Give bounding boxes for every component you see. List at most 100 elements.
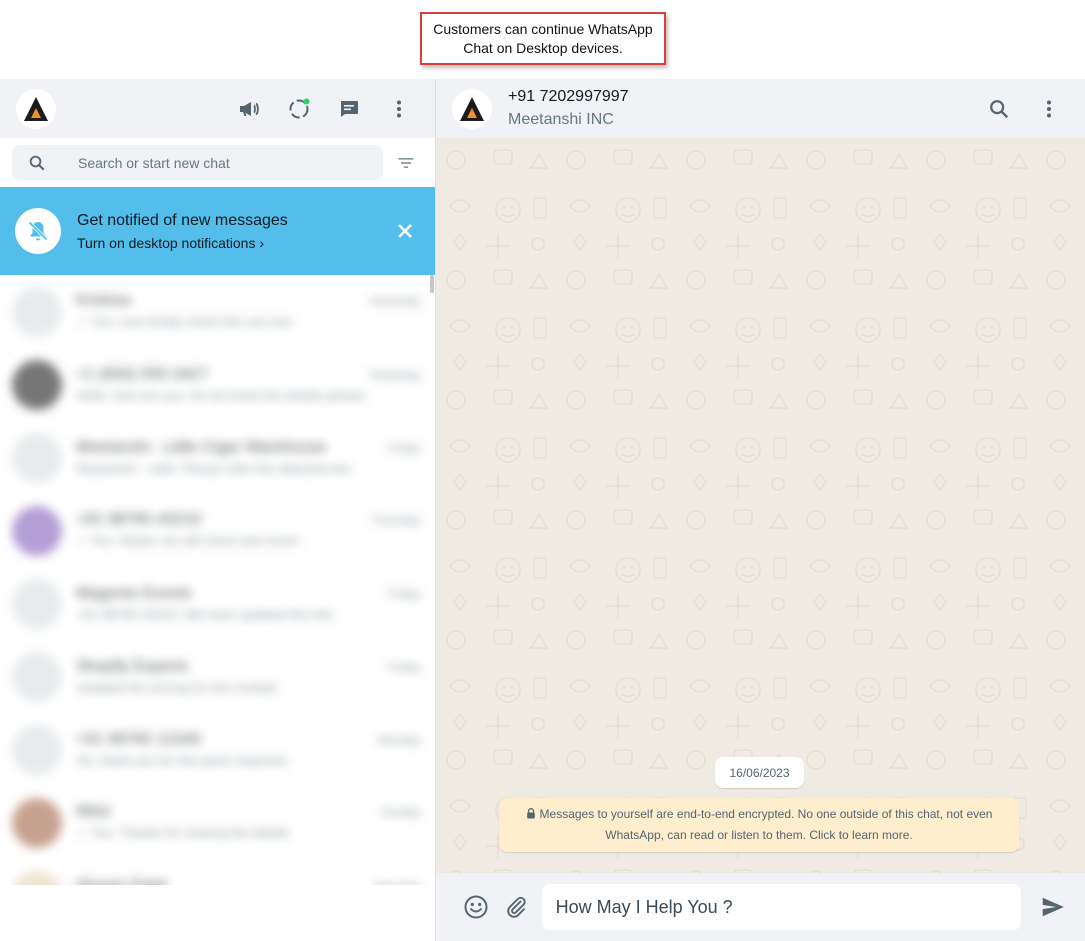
chat-name: Shyam Patel — [76, 876, 167, 886]
enable-notifications-link[interactable]: Turn on desktop notifications › — [77, 233, 390, 253]
contact-avatar[interactable] — [452, 88, 492, 129]
menu-icon — [1047, 100, 1051, 117]
chat-name: Krishna — [76, 292, 131, 309]
conversation-menu-button[interactable] — [1029, 89, 1069, 129]
chat-avatar — [12, 286, 62, 337]
screenshot-root: Customers can continue WhatsApp Chat on … — [0, 0, 1085, 941]
chat-list: Krishna Yesterday ✓ You: sure kindly check… — [0, 275, 435, 885]
chat-time: Thursday — [370, 513, 421, 527]
chat-item-body: Mitul Sunday ✓ You: Thanks for sharing the… — [76, 786, 421, 859]
chat-name: +91 98765 12345 — [76, 730, 202, 748]
attach-button[interactable] — [496, 887, 536, 927]
chat-list-item[interactable]: Magento Events Friday +91 98765 43210: We … — [0, 567, 435, 640]
chat-list-item[interactable]: Shopify Experts Friday Updated the pricing… — [0, 640, 435, 713]
chat-avatar — [12, 870, 62, 885]
chat-preview: Meetanshi - Little: Please refer the att… — [76, 460, 353, 476]
send-button[interactable] — [1031, 885, 1075, 929]
chat-time: Friday — [387, 659, 421, 674]
chat-avatar — [12, 797, 62, 848]
chat-item-body: +1 (650) 555-3427 Yesterday Hello, how are… — [76, 348, 421, 421]
new-chat-icon — [341, 100, 358, 117]
chat-list-item[interactable]: +1 (650) 555-3427 Yesterday Hello, how are… — [0, 348, 435, 421]
chat-item-body: Shyam PatelSaturdayWill let you know onc… — [76, 859, 421, 886]
chat-list-items: Krishna Yesterday ✓ You: sure kindly check… — [0, 275, 435, 885]
left-pane: Get notified of new messages Turn on des… — [0, 79, 436, 941]
search-input[interactable] — [78, 154, 358, 171]
bell-off-icon — [28, 221, 48, 241]
callout-text: Customers can continue WhatsApp Chat on … — [433, 20, 653, 56]
search-icon — [990, 99, 1009, 118]
chat-preview: Updated the pricing for this module — [76, 679, 278, 695]
contact-logo-icon — [460, 96, 484, 121]
chat-item-top: Mitul Sunday — [76, 803, 421, 821]
contact-phone: +91 7202997997 — [508, 87, 629, 105]
notification-icon-circle — [15, 208, 61, 254]
chat-item-body: +91 98765 12345 Monday Ok, thank you for t… — [76, 713, 421, 786]
chat-preview: Hello, how are you, let me know the deta… — [76, 387, 366, 403]
chat-list-item[interactable]: Shyam PatelSaturdayWill let you know onc… — [0, 859, 435, 885]
unread-filter-button[interactable] — [389, 146, 423, 180]
whatsapp-web-app: Get notified of new messages Turn on des… — [0, 79, 1085, 941]
chat-item-top: Shyam Patel Saturday — [76, 877, 421, 886]
emoji-button[interactable] — [456, 887, 496, 927]
message-area[interactable]: 16/06/2023 Messages to yourself are end-… — [436, 138, 1085, 873]
chat-list-item[interactable]: Meetanshi - Little Cigar Warehouse Friday… — [0, 421, 435, 494]
left-menu-button[interactable] — [379, 89, 419, 129]
chat-time: Yesterday — [368, 294, 421, 308]
message-input[interactable] — [555, 896, 1008, 918]
status-icon — [289, 98, 310, 118]
search-box — [12, 145, 383, 180]
emoji-icon — [464, 895, 488, 919]
chat-time: Yesterday — [368, 367, 421, 382]
contact-info[interactable]: +91 7202997997 Meetanshi INC — [508, 87, 969, 131]
left-header — [0, 79, 435, 138]
notification-banner[interactable]: Get notified of new messages Turn on des… — [0, 187, 435, 275]
chat-item-top: +91 98765 43210 Thursday — [76, 511, 421, 529]
new-chat-button[interactable] — [329, 89, 369, 129]
chat-list-scrollbar[interactable] — [430, 275, 434, 293]
app-logo-icon — [24, 96, 48, 121]
encryption-notice-text: Messages to yourself are end-to-end encr… — [539, 807, 993, 842]
chat-name: Magento Events — [76, 584, 192, 602]
notification-title: Get notified of new messages — [77, 211, 288, 229]
encryption-notice[interactable]: Messages to yourself are end-to-end encr… — [499, 798, 1019, 852]
chat-item-top: +91 98765 12345 Monday — [76, 731, 421, 749]
megaphone-icon — [240, 101, 259, 116]
profile-avatar[interactable] — [16, 88, 56, 129]
chat-item-body: Magento Events Friday +91 98765 43210: We … — [76, 567, 421, 640]
chat-list-item[interactable]: +91 98765 12345 Monday Ok, thank you for t… — [0, 713, 435, 786]
chat-name: Meetanshi - Little Cigar Warehouse — [76, 438, 327, 456]
chat-avatar — [12, 724, 62, 775]
chat-preview: ✓ You: Noted, we will check and revert — [76, 533, 300, 548]
annotation-callout: Customers can continue WhatsApp Chat on … — [420, 12, 666, 65]
conversation-header[interactable]: +91 7202997997 Meetanshi INC — [436, 79, 1085, 138]
chat-list-item[interactable]: +91 98765 43210 Thursday ✓ You: Noted, we … — [0, 494, 435, 567]
notification-close-button[interactable] — [390, 216, 420, 246]
menu-icon — [397, 100, 401, 117]
conversation-pane: +91 7202997997 Meetanshi INC 16/06/2023 … — [436, 79, 1085, 941]
chat-preview: ✓ You: sure kindly check this out now — [76, 314, 293, 329]
status-button[interactable] — [279, 89, 319, 129]
chat-avatar — [12, 432, 62, 483]
search-messages-button[interactable] — [979, 89, 1019, 129]
chat-avatar — [12, 505, 62, 556]
chat-item-body: Meetanshi - Little Cigar Warehouse Friday… — [76, 421, 421, 494]
chat-item-body: Krishna Yesterday ✓ You: sure kindly check… — [76, 275, 421, 348]
communities-button[interactable] — [229, 89, 269, 129]
chat-name: Shopify Experts — [76, 657, 189, 675]
date-divider: 16/06/2023 — [715, 757, 804, 788]
chat-item-top: Shopify Experts Friday — [76, 658, 421, 676]
chat-avatar — [12, 578, 62, 629]
chat-list-item[interactable]: Mitul Sunday ✓ You: Thanks for sharing the… — [0, 786, 435, 859]
chat-name: Mitul — [76, 803, 110, 820]
chat-list-item[interactable]: Krishna Yesterday ✓ You: sure kindly check… — [0, 275, 435, 348]
filter-icon — [398, 157, 414, 168]
chat-time: Saturday — [373, 879, 421, 886]
lock-icon — [526, 808, 535, 819]
message-composer — [436, 873, 1085, 941]
close-icon — [398, 224, 412, 238]
chat-name: +1 (650) 555-3427 — [76, 365, 209, 383]
chat-avatar — [12, 359, 62, 410]
contact-org: Meetanshi INC — [508, 110, 614, 128]
chat-item-body: Shopify Experts Friday Updated the pricing… — [76, 640, 421, 713]
